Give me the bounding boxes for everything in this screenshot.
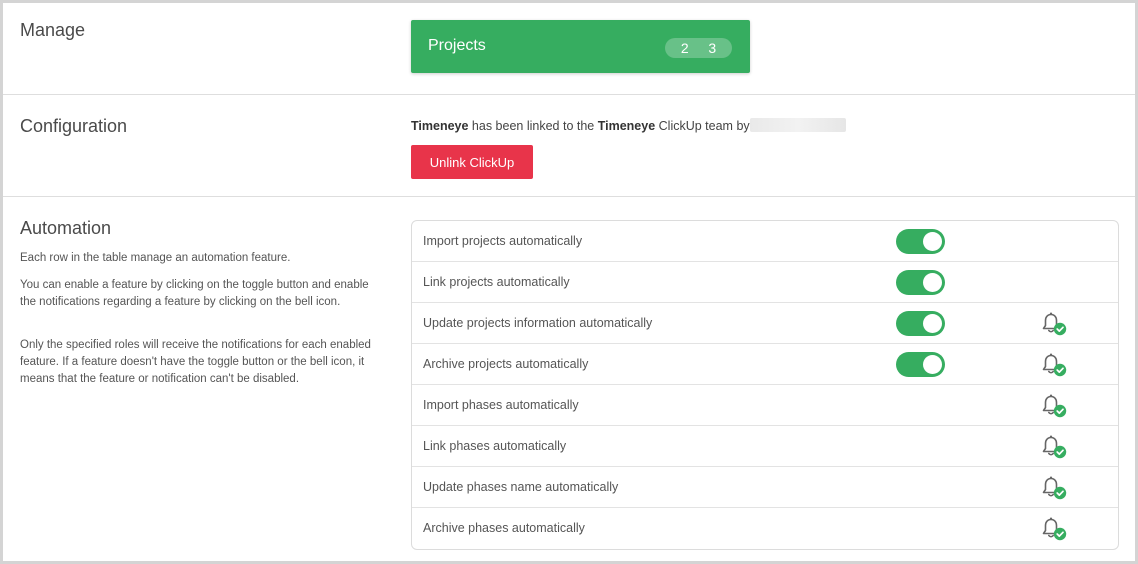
table-row: Update projects information automaticall… [412, 303, 1118, 344]
row-label: Link phases automatically [423, 439, 567, 453]
unlink-clickup-button[interactable]: Unlink ClickUp [411, 145, 533, 179]
link-status-text: Timeneye has been linked to the Timeneye… [411, 118, 846, 133]
bell-check-icon[interactable] [1040, 434, 1068, 460]
projects-label: Projects [428, 37, 486, 54]
table-row: Archive projects automatically [412, 344, 1118, 385]
projects-count-a: 2 [680, 40, 689, 56]
blurred-user-name [749, 118, 846, 132]
table-row: Import projects automatically [412, 221, 1118, 262]
automation-desc-3: Only the specified roles will receive th… [20, 339, 371, 385]
configuration-section: Configuration Timeneye has been linked t… [3, 95, 1135, 197]
automation-table: Import projects automatically Link proje… [411, 220, 1119, 550]
row-label: Update phases name automatically [423, 480, 619, 494]
configuration-title: Configuration [20, 116, 128, 136]
bell-check-icon[interactable] [1040, 475, 1068, 501]
table-row: Import phases automatically [412, 385, 1118, 426]
projects-counts-badge: 2 3 [665, 38, 732, 58]
toggle-switch[interactable] [896, 311, 945, 336]
automation-desc-2: You can enable a feature by clicking on … [20, 279, 369, 308]
table-row: Archive phases automatically [412, 508, 1118, 549]
manage-title: Manage [20, 20, 86, 40]
row-label: Archive projects automatically [423, 357, 589, 371]
row-label: Update projects information automaticall… [423, 316, 653, 330]
automation-section: Automation Each row in the table manage … [3, 197, 1135, 561]
toggle-switch[interactable] [896, 270, 945, 295]
row-label: Import projects automatically [423, 234, 583, 248]
table-row: Link phases automatically [412, 426, 1118, 467]
automation-desc-1: Each row in the table manage an automati… [20, 252, 291, 264]
table-row: Link projects automatically [412, 262, 1118, 303]
projects-count-b: 3 [708, 40, 717, 56]
toggle-switch[interactable] [896, 352, 945, 377]
toggle-knob [923, 314, 942, 333]
row-label: Link projects automatically [423, 275, 570, 289]
app-name: Timeneye [411, 119, 469, 133]
toggle-knob [923, 232, 942, 251]
table-row: Update phases name automatically [412, 467, 1118, 508]
bell-check-icon[interactable] [1040, 311, 1068, 337]
bell-check-icon[interactable] [1040, 393, 1068, 419]
team-name: Timeneye [597, 119, 656, 133]
toggle-switch[interactable] [896, 229, 945, 254]
row-label: Import phases automatically [423, 398, 579, 412]
row-label: Archive phases automatically [423, 521, 585, 535]
toggle-knob [923, 355, 942, 374]
projects-card[interactable]: Projects 2 3 [411, 20, 750, 73]
automation-title: Automation [20, 218, 112, 238]
bell-check-icon[interactable] [1040, 516, 1068, 542]
bell-check-icon[interactable] [1040, 352, 1068, 378]
manage-section: Manage Projects 2 3 [3, 3, 1135, 95]
toggle-knob [923, 273, 942, 292]
settings-panel: Manage Projects 2 3 Configuration Timene… [0, 0, 1138, 564]
